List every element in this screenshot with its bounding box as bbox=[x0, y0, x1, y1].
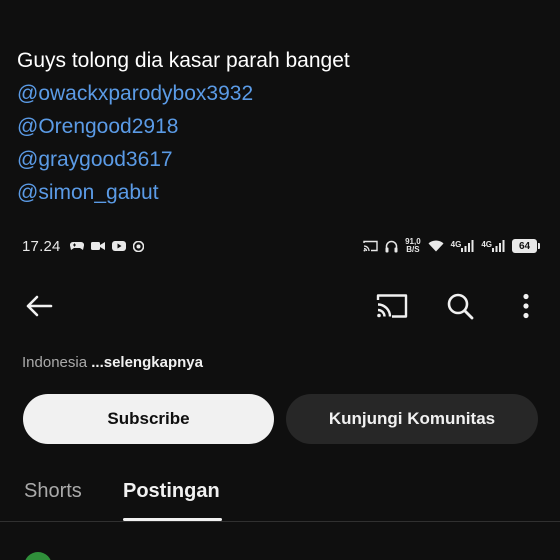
video-icon bbox=[90, 241, 105, 251]
headphones-icon bbox=[385, 240, 398, 253]
mention-link[interactable]: @owackxparodybox3932 bbox=[17, 77, 350, 110]
signal-type-label: 4G bbox=[481, 240, 492, 249]
cast-button[interactable] bbox=[370, 286, 414, 330]
chrome-icon bbox=[132, 240, 144, 252]
subscribe-button[interactable]: Subscribe bbox=[23, 394, 274, 444]
status-right: 91,0 B/S 4G 4G 64 bbox=[363, 238, 540, 254]
gamepad-icon bbox=[69, 241, 84, 251]
more-vert-icon bbox=[522, 293, 530, 324]
wifi-icon bbox=[428, 240, 444, 252]
back-arrow-icon bbox=[25, 294, 53, 323]
cast-connected-icon bbox=[363, 240, 378, 252]
avatar bbox=[24, 552, 52, 560]
mention-link[interactable]: @Orengood2918 bbox=[17, 110, 350, 143]
app-bar bbox=[0, 286, 560, 330]
battery-icon: 64 bbox=[512, 239, 540, 253]
more-options-button[interactable] bbox=[504, 286, 548, 330]
channel-tabs: Shorts Postingan bbox=[0, 470, 560, 522]
channel-country: Indonesia bbox=[22, 354, 88, 371]
signal-icon: 4G bbox=[451, 240, 475, 252]
tab-shorts[interactable]: Shorts bbox=[24, 480, 82, 503]
cast-icon bbox=[376, 293, 408, 324]
network-speed: 91,0 B/S bbox=[405, 238, 421, 254]
search-button[interactable] bbox=[438, 286, 482, 330]
tab-posts[interactable]: Postingan bbox=[123, 480, 220, 503]
battery-level: 64 bbox=[512, 239, 537, 253]
caption-text: Guys tolong dia kasar parah banget bbox=[17, 49, 350, 72]
visit-community-button[interactable]: Kunjungi Komunitas bbox=[286, 394, 538, 444]
signal-type-label: 4G bbox=[450, 240, 462, 249]
active-tab-indicator bbox=[123, 518, 222, 521]
network-speed-unit: B/S bbox=[406, 245, 420, 254]
post-caption: Guys tolong dia kasar parah banget @owac… bbox=[17, 44, 350, 209]
channel-description: Indonesia ...selengkapnya bbox=[22, 354, 203, 371]
signal-icon: 4G bbox=[481, 240, 505, 252]
search-icon bbox=[446, 292, 474, 325]
show-more-link[interactable]: ...selengkapnya bbox=[91, 354, 203, 371]
mention-link[interactable]: @graygood3617 bbox=[17, 143, 350, 176]
back-button[interactable] bbox=[17, 286, 61, 330]
mention-link[interactable]: @simon_gabut bbox=[17, 176, 350, 209]
status-bar: 17.24 91,0 B/S 4G 4G 64 bbox=[22, 234, 540, 258]
status-left: 17.24 bbox=[22, 238, 144, 255]
status-time: 17.24 bbox=[22, 237, 61, 255]
youtube-icon bbox=[111, 241, 126, 251]
